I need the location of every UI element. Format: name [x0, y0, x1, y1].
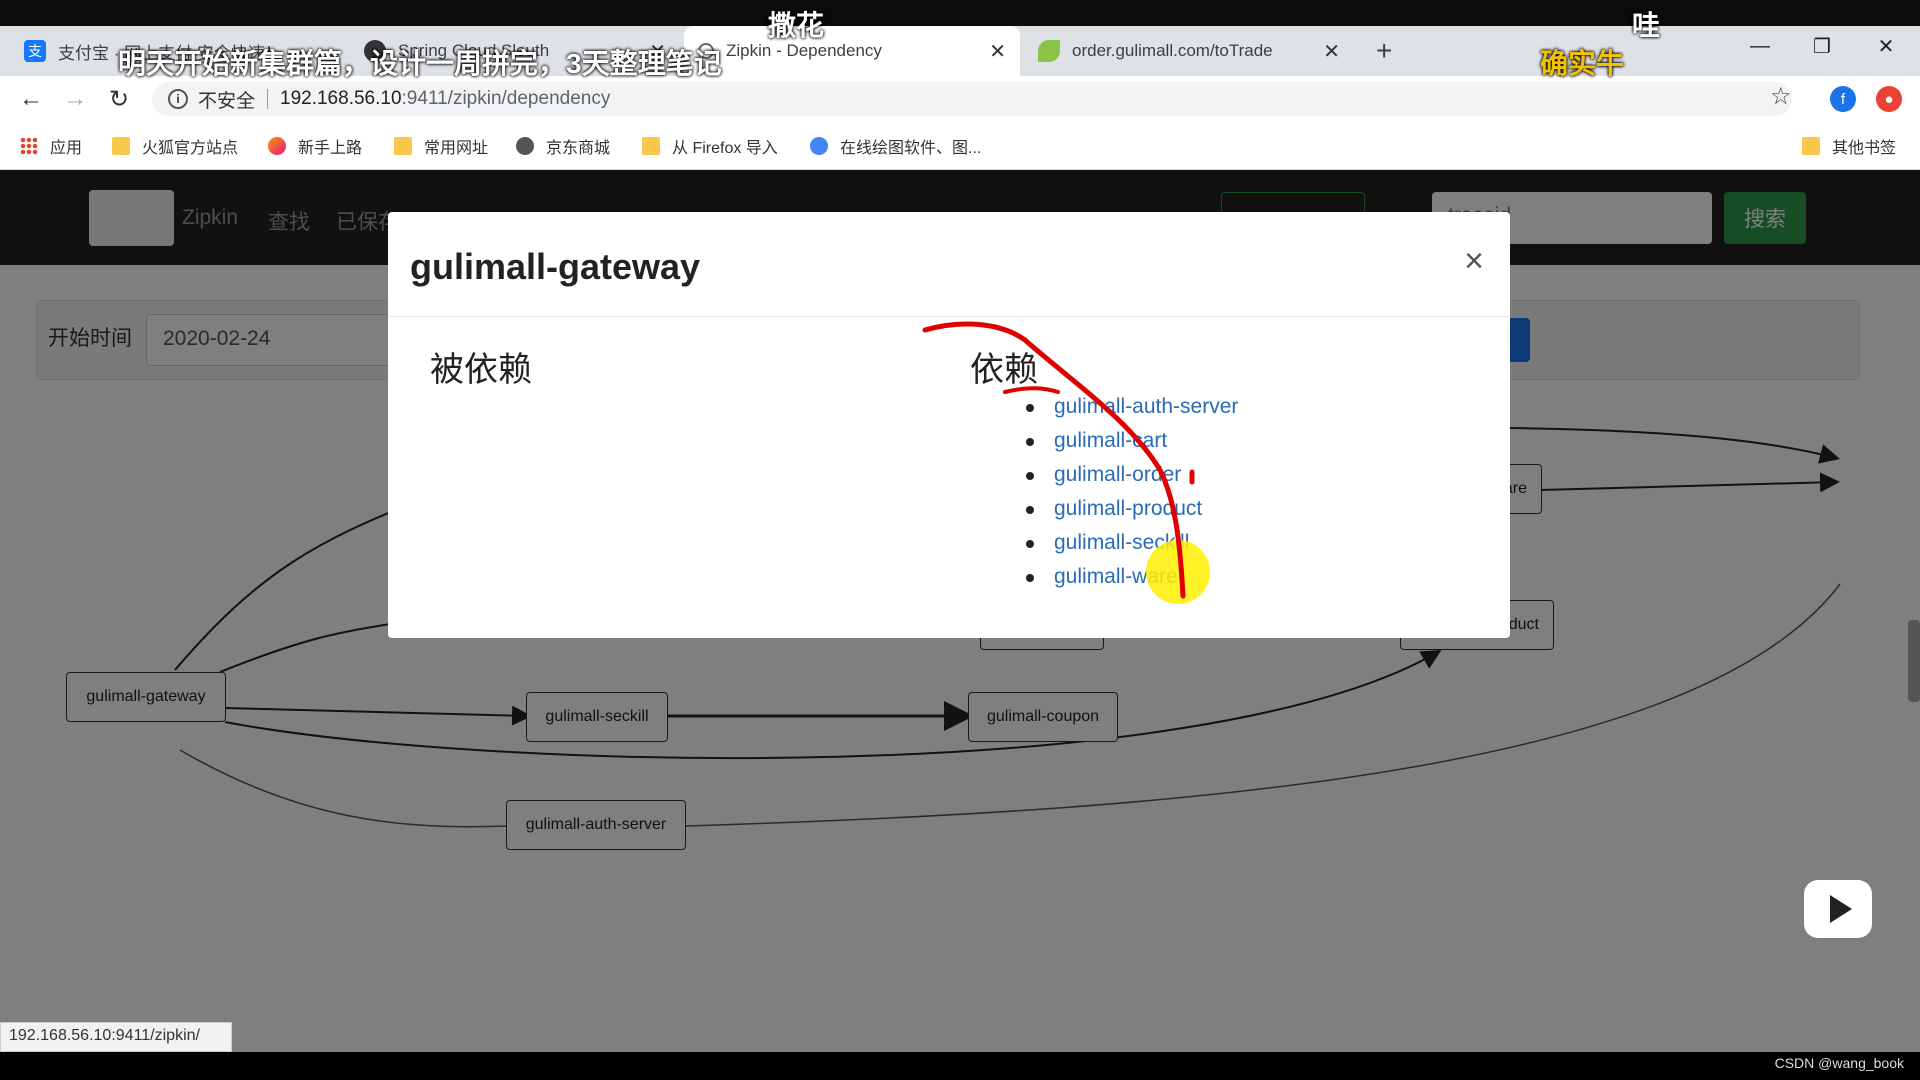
pen-annotation — [922, 321, 1195, 599]
screen-bottom-strip — [0, 1052, 1920, 1080]
video-subtitle: 明天开始新集群篇，设计一周拼完，3天整理笔记 — [118, 48, 722, 79]
play-icon[interactable] — [1804, 880, 1872, 938]
scrollbar-handle[interactable] — [1908, 620, 1920, 702]
status-bar-url: 192.168.56.10:9411/zipkin/ — [0, 1022, 232, 1052]
danmaku-comment: 确实牛 — [1540, 48, 1625, 79]
watermark: CSDN @wang_book — [1774, 1055, 1904, 1071]
danmaku-comment: 撒花 — [768, 10, 825, 41]
danmaku-comment: 哇 — [1632, 10, 1661, 41]
